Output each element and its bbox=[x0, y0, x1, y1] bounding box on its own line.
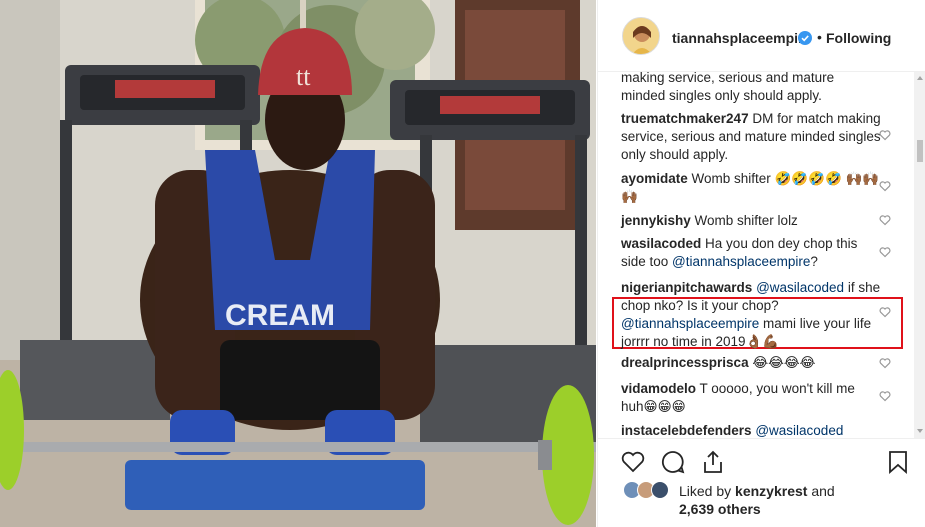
gym-photo: CREAM tt bbox=[0, 0, 596, 527]
comment-username[interactable]: truematchmaker247 bbox=[621, 111, 749, 126]
mention-link[interactable]: @wasilacoded bbox=[755, 423, 843, 438]
comment-username[interactable]: nigerianpitchawards bbox=[621, 280, 752, 295]
separator-dot: • bbox=[817, 29, 822, 45]
avatar-image bbox=[623, 18, 659, 54]
comments-scrollbar[interactable] bbox=[914, 72, 925, 438]
comment-username[interactable]: ayomidate bbox=[621, 171, 688, 186]
comment-username[interactable]: wasilacoded bbox=[621, 236, 701, 251]
comment-username[interactable]: jennykishy bbox=[621, 213, 691, 228]
comment-item: truematchmaker247 DM for match making se… bbox=[621, 110, 881, 164]
liked-by-section: Liked by kenzykrest and 2,639 others bbox=[598, 478, 925, 527]
share-icon[interactable] bbox=[700, 449, 726, 475]
comment-item: ayomidate Womb shifter 🤣🤣🤣🤣 🙌🏾🙌🏾🙌🏾 bbox=[621, 170, 881, 206]
comment-item: instacelebdefenders @wasilacoded bbox=[621, 422, 881, 438]
username-link[interactable]: tiannahsplaceempire bbox=[672, 30, 811, 46]
mention-link[interactable]: @wasilacoded bbox=[756, 280, 844, 295]
comment-text-tail: ? bbox=[810, 254, 818, 269]
heart-icon[interactable] bbox=[879, 246, 891, 258]
post-photo: CREAM tt bbox=[0, 0, 596, 527]
liker-avatar[interactable] bbox=[651, 481, 669, 499]
scrollbar-thumb[interactable] bbox=[917, 140, 923, 162]
scroll-down-icon[interactable] bbox=[916, 427, 924, 435]
comment-item-highlighted: wasilacoded Ha you don dey chop this sid… bbox=[621, 235, 881, 271]
like-heart-icon[interactable] bbox=[620, 449, 646, 475]
comment-text: 😂😂😂😂 bbox=[748, 355, 816, 370]
comment-item: nigerianpitchawards @wasilacoded if she … bbox=[621, 279, 881, 351]
following-button[interactable]: Following bbox=[826, 30, 891, 46]
comments-list[interactable]: making service, serious and mature minde… bbox=[598, 72, 914, 438]
heart-icon[interactable] bbox=[879, 306, 891, 318]
comment-item: drealprincessprisca 😂😂😂😂 bbox=[621, 354, 881, 372]
avatar[interactable] bbox=[622, 17, 660, 55]
comment-username[interactable]: vidamodelo bbox=[621, 381, 696, 396]
comment-username[interactable]: instacelebdefenders bbox=[621, 423, 752, 438]
liked-by-text: Liked by kenzykrest and 2,639 others bbox=[679, 482, 899, 518]
liked-user-link[interactable]: kenzykrest bbox=[735, 483, 807, 499]
cap-logo: tt bbox=[296, 62, 311, 91]
liked-middle: and bbox=[807, 483, 835, 499]
shirt-text: CREAM bbox=[225, 299, 335, 332]
mention-link[interactable]: @tiannahsplaceempire bbox=[621, 316, 759, 331]
mention-link[interactable]: @tiannahsplaceempire bbox=[672, 254, 810, 269]
heart-icon[interactable] bbox=[879, 357, 891, 369]
verified-badge-icon bbox=[798, 31, 812, 45]
heart-icon[interactable] bbox=[879, 129, 891, 141]
comment-username[interactable]: drealprincessprisca bbox=[621, 355, 749, 370]
comment-text: making service, serious and mature minde… bbox=[621, 72, 835, 103]
action-bar bbox=[598, 438, 925, 478]
heart-icon[interactable] bbox=[879, 390, 891, 402]
heart-icon[interactable] bbox=[879, 180, 891, 192]
bookmark-icon[interactable] bbox=[885, 449, 911, 475]
liked-prefix: Liked by bbox=[679, 483, 736, 499]
comment-text: Womb shifter lolz bbox=[690, 213, 798, 228]
heart-icon[interactable] bbox=[879, 214, 891, 226]
comment-item: jennykishy Womb shifter lolz bbox=[621, 212, 881, 230]
liked-count-link[interactable]: 2,639 others bbox=[679, 501, 761, 517]
comment-item: vidamodelo T ooooo, you won't kill me hu… bbox=[621, 380, 881, 416]
post-header: tiannahsplaceempire • Following bbox=[598, 0, 925, 72]
post-side-panel: tiannahsplaceempire • Following making s… bbox=[597, 0, 925, 527]
comment-bubble-icon[interactable] bbox=[660, 449, 686, 475]
scroll-up-icon[interactable] bbox=[916, 74, 924, 82]
comment-item: making service, serious and mature minde… bbox=[621, 72, 881, 105]
